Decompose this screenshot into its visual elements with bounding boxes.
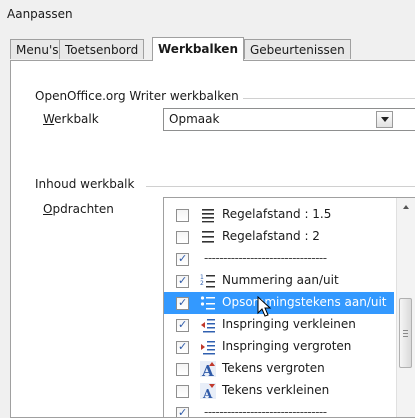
list-item[interactable]: Inspringing verkleinen [164, 314, 394, 336]
toolbars-section-title: OpenOffice.org Writer werkbalken [35, 89, 243, 103]
chevron-up-icon [403, 205, 409, 209]
separator-label: -------------------------------- [204, 405, 327, 418]
chevron-down-icon [380, 117, 389, 122]
checkbox[interactable] [176, 296, 189, 310]
scroll-up-button[interactable] [397, 198, 415, 216]
checkbox[interactable] [176, 318, 189, 332]
list-item[interactable]: Inspringing vergroten [164, 336, 394, 358]
list-item[interactable]: 1 2 Nummering aan/uit [164, 270, 394, 292]
separator-item[interactable]: -------------------------------- [164, 402, 394, 418]
bullets-icon [200, 296, 215, 310]
checkbox[interactable] [176, 231, 189, 244]
list-item-label: Regelafstand : 1.5 [222, 207, 332, 221]
list-item[interactable]: A Tekens verkleinen [164, 380, 394, 402]
toolbar-select-value: Opmaak [169, 112, 220, 126]
customize-dialog: Aanpassen Menu's Toetsenbord Werkbalken … [0, 0, 415, 418]
svg-text:2: 2 [200, 280, 204, 287]
tab-events[interactable]: Gebeurtenissen [244, 39, 351, 59]
list-item-label: Inspringing vergroten [222, 339, 352, 353]
commands-list[interactable]: Regelafstand : 1.5 Regelafstand : 2 ----… [163, 197, 415, 418]
grip-line [403, 333, 408, 334]
checkbox[interactable] [176, 252, 189, 266]
commands-label: Opdrachten [43, 202, 114, 216]
shrink-font-icon: A [200, 383, 216, 399]
dropdown-button[interactable] [376, 111, 393, 128]
list-item-label: Inspringing verkleinen [222, 317, 356, 331]
separator-label: -------------------------------- [204, 251, 327, 265]
checkbox[interactable] [176, 363, 189, 376]
checkbox[interactable] [176, 385, 189, 398]
list-item-label: Regelafstand : 2 [222, 229, 320, 243]
list-item-selected[interactable]: Opsommingstekens aan/uit [164, 292, 394, 314]
toolbar-label: Werkbalk [43, 112, 99, 126]
tab-menus[interactable]: Menu's [10, 39, 65, 59]
list-item-label: Opsommingstekens aan/uit [222, 295, 387, 309]
scroll-thumb[interactable] [399, 298, 412, 368]
grow-font-icon: A [200, 361, 216, 377]
list-item[interactable]: Regelafstand : 1.5 [164, 204, 394, 226]
checkbox[interactable] [176, 209, 189, 222]
section-divider [146, 186, 415, 187]
contents-section-title: Inhoud werkbalk [35, 177, 139, 191]
vertical-scrollbar[interactable] [396, 198, 415, 417]
line-spacing-icon [202, 209, 214, 223]
toolbar-select[interactable]: Opmaak [163, 108, 415, 131]
checkbox[interactable] [176, 340, 189, 354]
list-item[interactable]: Regelafstand : 2 [164, 226, 394, 248]
increase-indent-icon [201, 341, 215, 355]
list-item-label: Tekens vergroten [222, 361, 325, 375]
separator-item[interactable]: -------------------------------- [164, 248, 394, 270]
dialog-title: Aanpassen [7, 7, 73, 21]
svg-text:A: A [202, 387, 213, 399]
mouse-pointer-icon [257, 296, 272, 317]
checkbox[interactable] [176, 274, 189, 288]
line-spacing-icon [202, 231, 214, 243]
tab-keyboard[interactable]: Toetsenbord [59, 39, 145, 59]
tab-toolbars[interactable]: Werkbalken [152, 37, 244, 61]
section-divider [236, 98, 415, 99]
numbering-icon: 1 2 [200, 274, 215, 288]
decrease-indent-icon [201, 319, 215, 333]
checkbox[interactable] [176, 406, 189, 417]
list-item[interactable]: A Tekens vergroten [164, 358, 394, 380]
grip-line [403, 330, 408, 331]
grip-line [403, 336, 408, 337]
list-item-label: Tekens verkleinen [222, 383, 330, 397]
list-item-label: Nummering aan/uit [222, 273, 339, 287]
